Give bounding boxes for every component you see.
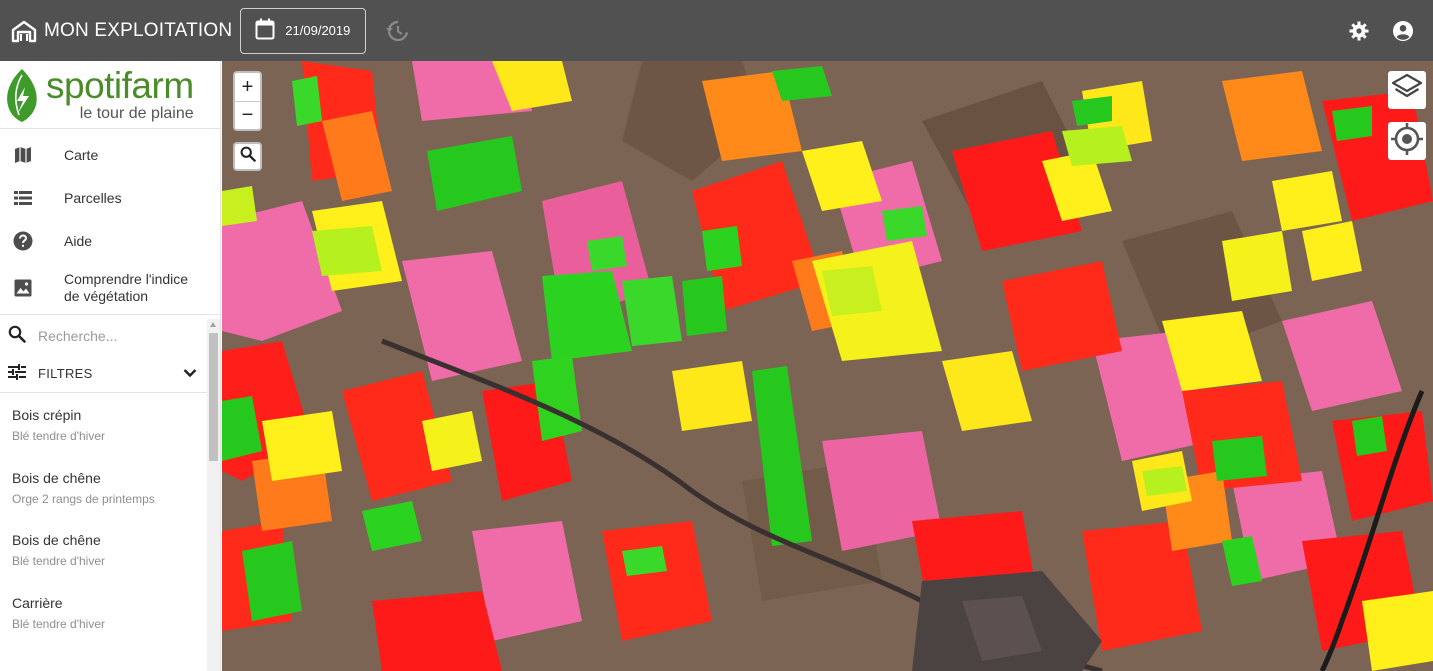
date-value: 21/09/2019 (285, 23, 351, 38)
scrollbar-thumb[interactable] (209, 333, 218, 461)
nav-item-label: Parcelles (64, 189, 122, 206)
brand[interactable]: MON EXPLOITATION (10, 0, 232, 61)
list-item[interactable]: Carrière Blé tendre d'hiver (0, 581, 207, 644)
parcel-crop: Blé tendre d'hiver (12, 429, 106, 443)
sidebar: spotifarm le tour de plaine Carte Parcel… (0, 61, 221, 671)
nav-item-aide[interactable]: Aide (0, 219, 220, 262)
logo-name: spotifarm (46, 64, 194, 106)
zoom-out-button[interactable]: − (235, 101, 260, 129)
locate-button[interactable] (1388, 122, 1426, 160)
barn-icon (10, 17, 38, 45)
spotifarm-logo[interactable]: spotifarm le tour de plaine (0, 61, 220, 129)
parcel-crop: Blé tendre d'hiver (12, 616, 106, 631)
nav-item-label: Carte (64, 146, 99, 163)
nav-item-label: Aide (64, 232, 93, 249)
nav-item-carte[interactable]: Carte (0, 133, 220, 176)
filters-toggle[interactable]: FILTRES (0, 355, 207, 393)
zoom-control: + − (233, 71, 262, 131)
list-icon (13, 188, 33, 208)
leaf-logo-icon (7, 68, 37, 122)
parcel-search (0, 317, 220, 355)
parcel-crop: Blé tendre d'hiver (12, 554, 106, 568)
list-item[interactable]: Bois de chêne Orge 2 rangs de printemps (0, 456, 207, 519)
image-icon (13, 278, 33, 298)
map-search-button[interactable] (233, 142, 262, 171)
sidebar-scrollbar[interactable] (207, 319, 220, 671)
parcel-list: Bois crépin Blé tendre d'hiver Bois de c… (0, 393, 207, 643)
search-icon (240, 146, 256, 167)
search-input[interactable] (38, 328, 188, 344)
nav-item-parcelles[interactable]: Parcelles (0, 176, 220, 219)
crosshair-icon (1390, 122, 1424, 161)
parcel-name: Bois de chêne (12, 469, 101, 486)
sliders-icon (8, 364, 26, 383)
scroll-up-arrow-icon[interactable] (210, 322, 216, 327)
farm-title: MON EXPLOITATION (44, 19, 233, 41)
map-icon (13, 145, 33, 165)
logo-tagline: le tour de plaine (79, 104, 194, 122)
calendar-icon (255, 18, 275, 43)
gear-icon[interactable] (1347, 19, 1371, 43)
zoom-in-button[interactable]: + (235, 73, 260, 101)
filters-label: FILTRES (38, 366, 93, 381)
nav-item-label: Comprendre l'indice de végétation (64, 271, 189, 304)
main-nav: Carte Parcelles Aide Comprendre l'indice… (0, 129, 220, 315)
list-item[interactable]: Bois crépin Blé tendre d'hiver (0, 393, 207, 456)
layers-button[interactable] (1388, 71, 1426, 109)
help-icon (13, 231, 33, 251)
nav-item-vegetation-index[interactable]: Comprendre l'indice de végétation (0, 262, 220, 314)
history-icon[interactable] (384, 18, 410, 44)
satellite-field-layer (222, 61, 1433, 671)
date-picker-button[interactable]: 21/09/2019 (240, 7, 367, 54)
parcel-name: Bois crépin (12, 407, 82, 423)
account-icon[interactable] (1391, 19, 1415, 43)
vegetation-index-map[interactable]: + − (222, 61, 1433, 671)
parcel-name: Carrière (12, 594, 63, 611)
parcel-name: Bois de chêne (12, 532, 101, 548)
layers-icon (1391, 72, 1423, 109)
search-icon (8, 325, 26, 348)
top-right-actions (1347, 0, 1415, 61)
list-item[interactable]: Bois de chêne Blé tendre d'hiver (0, 518, 207, 581)
chevron-down-icon (183, 366, 197, 381)
top-bar: MON EXPLOITATION 21/09/2019 (0, 0, 1433, 61)
parcel-crop: Orge 2 rangs de printemps (12, 491, 155, 506)
